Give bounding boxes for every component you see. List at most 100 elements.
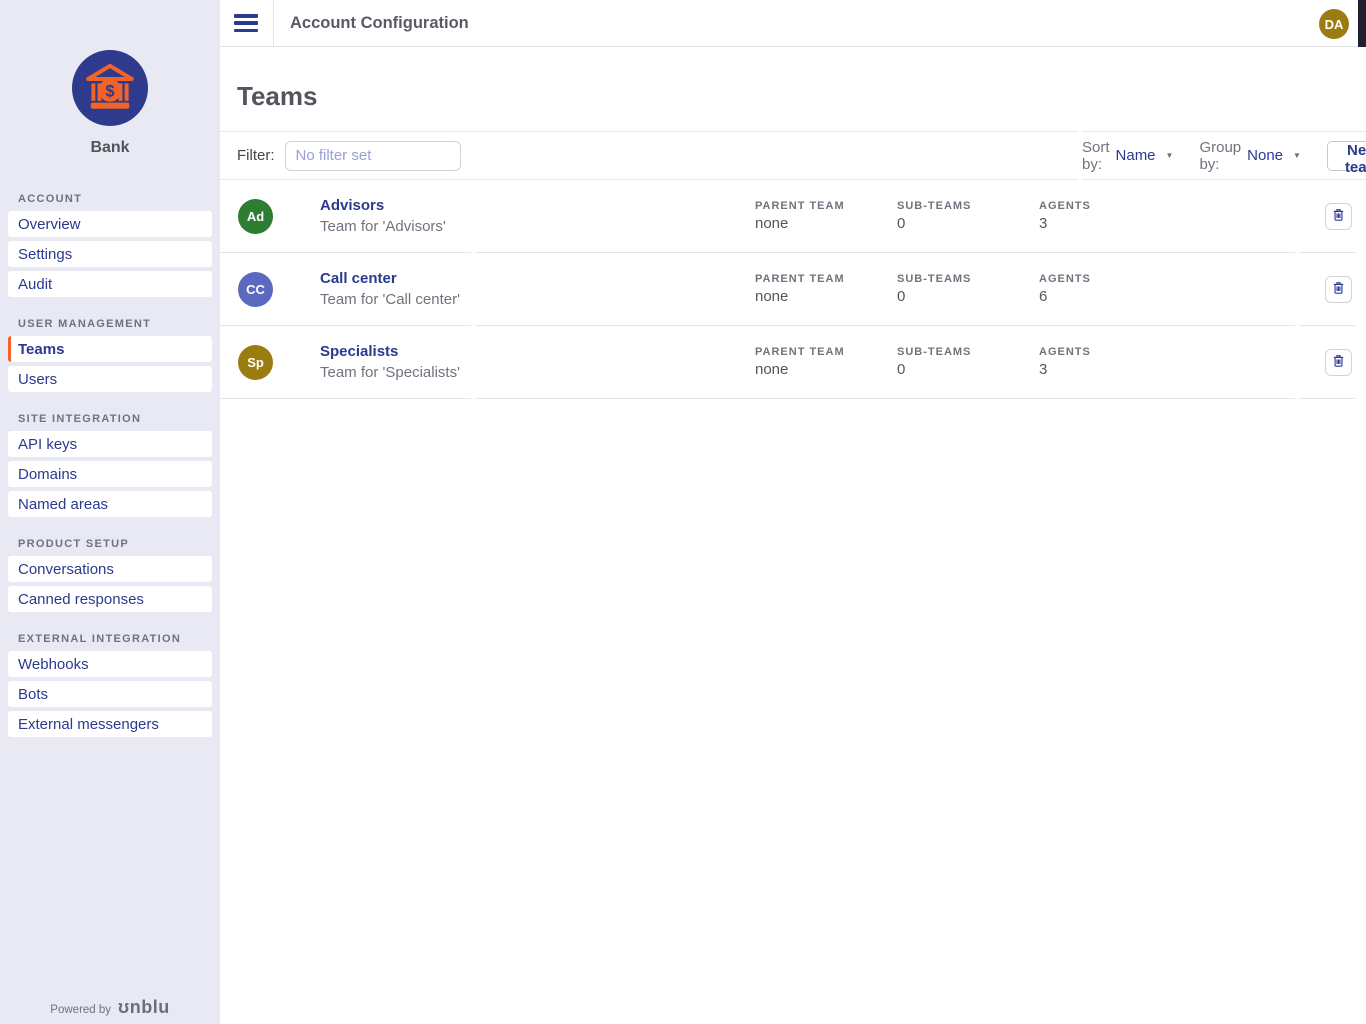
sidebar: $ Bank ACCOUNT OverviewSettingsAudit USE… bbox=[0, 0, 220, 1024]
parent-team-column: PARENT TEAM none bbox=[755, 273, 897, 305]
table-row: CC Call center Team for 'Call center' PA… bbox=[220, 253, 1355, 326]
sidebar-section: PRODUCT SETUP Conversations Canned respon… bbox=[8, 538, 212, 612]
sidebar-section-label: PRODUCT SETUP bbox=[18, 538, 212, 550]
sidebar-item-audit[interactable]: Audit bbox=[8, 271, 212, 297]
filter-label: Filter: bbox=[237, 147, 275, 164]
sidebar-item-webhooks[interactable]: Webhooks bbox=[8, 651, 212, 677]
sidebar-item-conversations[interactable]: Conversations bbox=[8, 556, 212, 582]
powered-by-label: Powered by bbox=[50, 1004, 111, 1016]
team-name-link[interactable]: Call center bbox=[320, 270, 460, 287]
avatar: Sp bbox=[238, 345, 273, 380]
agents-column: AGENTS 3 bbox=[1039, 200, 1181, 232]
parent-team-column: PARENT TEAM none bbox=[755, 346, 897, 378]
team-stats-cell: PARENT TEAM none SUB-TEAMS 0 AGENTS 3 bbox=[475, 180, 1295, 253]
new-team-button[interactable]: New team bbox=[1327, 141, 1366, 171]
parent-team-label: PARENT TEAM bbox=[755, 346, 897, 358]
powered-by: Powered by ʊnblu bbox=[0, 997, 220, 1018]
sidebar-item-named-areas[interactable]: Named areas bbox=[8, 491, 212, 517]
sort-by-value: Name bbox=[1116, 147, 1156, 164]
teams-list: Ad Advisors Team for 'Advisors' PARENT T… bbox=[220, 180, 1355, 399]
delete-team-button[interactable] bbox=[1325, 203, 1352, 230]
group-by-dropdown[interactable]: Group by: None ▼ bbox=[1199, 139, 1300, 173]
agents-column: AGENTS 6 bbox=[1039, 273, 1181, 305]
sub-teams-label: SUB-TEAMS bbox=[897, 346, 1039, 358]
parent-team-value: none bbox=[755, 288, 897, 305]
agents-column: AGENTS 3 bbox=[1039, 346, 1181, 378]
parent-team-value: none bbox=[755, 215, 897, 232]
sidebar-section-items: API keys Domains Named areas bbox=[8, 431, 212, 517]
sidebar-item-canned-responses[interactable]: Canned responses bbox=[8, 586, 212, 612]
agents-label: AGENTS bbox=[1039, 346, 1181, 358]
hamburger-menu-icon[interactable] bbox=[234, 14, 258, 32]
table-row: Ad Advisors Team for 'Advisors' PARENT T… bbox=[220, 180, 1355, 253]
toolbar: Filter: Sort by: Name ▼ Group by: None ▼… bbox=[220, 131, 1366, 180]
sort-by-label: Sort by: bbox=[1082, 139, 1110, 173]
page-header-title: Account Configuration bbox=[290, 14, 469, 33]
agents-label: AGENTS bbox=[1039, 200, 1181, 212]
sub-teams-label: SUB-TEAMS bbox=[897, 273, 1039, 285]
sidebar-item-users[interactable]: Users bbox=[8, 366, 212, 392]
parent-team-label: PARENT TEAM bbox=[755, 273, 897, 285]
sidebar-section-items: Overview Settings Audit bbox=[8, 211, 212, 297]
team-texts: Call center Team for 'Call center' bbox=[320, 270, 460, 308]
agents-value: 3 bbox=[1039, 215, 1181, 232]
scrollbar[interactable] bbox=[1358, 0, 1366, 47]
filter-section: Filter: bbox=[220, 131, 1078, 180]
agents-label: AGENTS bbox=[1039, 273, 1181, 285]
team-name-cell: CC Call center Team for 'Call center' bbox=[220, 253, 471, 326]
group-by-value: None bbox=[1247, 147, 1283, 164]
team-actions-cell bbox=[1299, 180, 1355, 253]
avatar: CC bbox=[238, 272, 273, 307]
team-name-cell: Ad Advisors Team for 'Advisors' bbox=[220, 180, 471, 253]
sort-by-dropdown[interactable]: Sort by: Name ▼ bbox=[1082, 139, 1173, 173]
delete-team-button[interactable] bbox=[1325, 276, 1352, 303]
team-description: Team for 'Advisors' bbox=[320, 218, 446, 235]
sidebar-section: SITE INTEGRATION API keys Domains Named ar… bbox=[8, 413, 212, 517]
sub-teams-value: 0 bbox=[897, 215, 1039, 232]
team-name-cell: Sp Specialists Team for 'Specialists' bbox=[220, 326, 471, 399]
team-name-link[interactable]: Advisors bbox=[320, 197, 446, 214]
sidebar-item-domains[interactable]: Domains bbox=[8, 461, 212, 487]
sub-teams-value: 0 bbox=[897, 361, 1039, 378]
sidebar-section-label: SITE INTEGRATION bbox=[18, 413, 212, 425]
team-actions-cell bbox=[1299, 253, 1355, 326]
team-texts: Advisors Team for 'Advisors' bbox=[320, 197, 446, 235]
parent-team-value: none bbox=[755, 361, 897, 378]
sidebar-item-external-messengers[interactable]: External messengers bbox=[8, 711, 212, 737]
team-texts: Specialists Team for 'Specialists' bbox=[320, 343, 460, 381]
parent-team-label: PARENT TEAM bbox=[755, 200, 897, 212]
agents-value: 6 bbox=[1039, 288, 1181, 305]
team-description: Team for 'Call center' bbox=[320, 291, 460, 308]
sidebar-section: EXTERNAL INTEGRATION Webhooks Bots Externa… bbox=[8, 633, 212, 737]
sidebar-item-overview[interactable]: Overview bbox=[8, 211, 212, 237]
toolbar-controls: Sort by: Name ▼ Group by: None ▼ New tea… bbox=[1082, 131, 1366, 180]
sidebar-item-api-keys[interactable]: API keys bbox=[8, 431, 212, 457]
sidebar-item-bots[interactable]: Bots bbox=[8, 681, 212, 707]
trash-icon bbox=[1331, 353, 1346, 372]
unblu-logo: ʊnblu bbox=[118, 997, 170, 1018]
sub-teams-column: SUB-TEAMS 0 bbox=[897, 273, 1039, 305]
user-avatar[interactable]: DA bbox=[1319, 9, 1349, 39]
sub-teams-column: SUB-TEAMS 0 bbox=[897, 200, 1039, 232]
page-title: Teams bbox=[237, 81, 1366, 111]
org-logo: $ bbox=[72, 50, 148, 126]
team-description: Team for 'Specialists' bbox=[320, 364, 460, 381]
sidebar-item-settings[interactable]: Settings bbox=[8, 241, 212, 267]
team-stats-cell: PARENT TEAM none SUB-TEAMS 0 AGENTS 6 bbox=[475, 253, 1295, 326]
trash-icon bbox=[1331, 280, 1346, 299]
sub-teams-value: 0 bbox=[897, 288, 1039, 305]
sidebar-section: ACCOUNT OverviewSettingsAudit bbox=[8, 193, 212, 297]
sidebar-section-items: Teams Users bbox=[8, 336, 212, 392]
filter-input[interactable] bbox=[285, 141, 461, 171]
sidebar-section-label: EXTERNAL INTEGRATION bbox=[18, 633, 212, 645]
delete-team-button[interactable] bbox=[1325, 349, 1352, 376]
team-name-link[interactable]: Specialists bbox=[320, 343, 460, 360]
svg-text:$: $ bbox=[105, 81, 114, 100]
sidebar-section-items: Webhooks Bots External messengers bbox=[8, 651, 212, 737]
sub-teams-label: SUB-TEAMS bbox=[897, 200, 1039, 212]
chevron-down-icon: ▼ bbox=[1293, 151, 1301, 160]
topbar-divider bbox=[273, 0, 274, 47]
sidebar-item-teams[interactable]: Teams bbox=[8, 336, 212, 362]
team-actions-cell bbox=[1299, 326, 1355, 399]
sub-teams-column: SUB-TEAMS 0 bbox=[897, 346, 1039, 378]
